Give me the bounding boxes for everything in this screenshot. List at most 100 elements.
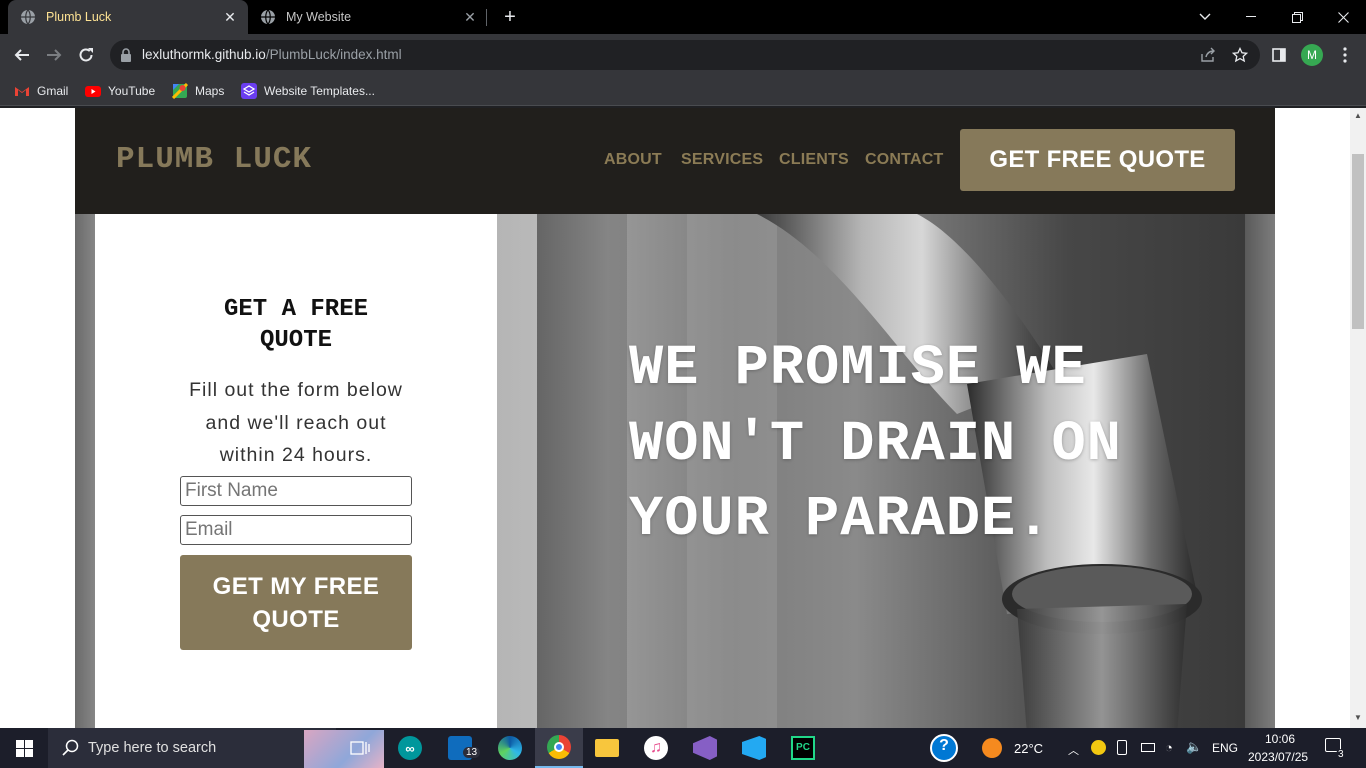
scroll-down-icon[interactable]: ▼ <box>1354 714 1362 722</box>
bookmark-maps[interactable]: Maps <box>172 82 224 100</box>
url-host: lexluthormk.github.io <box>142 47 266 62</box>
site-header: PLUMB LUCK ABOUT SERVICES CLIENTS CONTAC… <box>75 108 1275 214</box>
tray-app-icon[interactable] <box>1091 740 1106 755</box>
bookmark-gmail[interactable]: Gmail <box>14 82 68 100</box>
globe-icon <box>21 9 35 25</box>
side-panel-icon[interactable] <box>1267 43 1291 67</box>
tab-strip: Plumb Luck ✕ My Website ✕ + <box>0 0 1366 34</box>
start-button[interactable] <box>0 728 48 768</box>
globe-icon <box>261 9 275 25</box>
scroll-up-icon[interactable]: ▲ <box>1354 112 1362 120</box>
taskbar-edge[interactable] <box>486 728 534 768</box>
nav-contact[interactable]: CONTACT <box>865 151 943 169</box>
forward-button[interactable] <box>41 42 67 68</box>
clock-date[interactable]: 2023/07/25 <box>1248 750 1308 764</box>
battery-icon[interactable] <box>1141 743 1155 752</box>
clock-time[interactable]: 10:06 <box>1265 732 1295 746</box>
bookmark-star-icon[interactable] <box>1232 47 1248 63</box>
taskbar-pycharm[interactable]: PC <box>779 728 827 768</box>
youtube-icon <box>85 86 101 97</box>
submit-quote-button[interactable]: GET MY FREE QUOTE <box>180 555 412 650</box>
tab-search-icon[interactable] <box>1182 0 1228 34</box>
minimize-button[interactable] <box>1228 0 1274 34</box>
page-viewport: PLUMB LUCK ABOUT SERVICES CLIENTS CONTAC… <box>0 108 1350 728</box>
task-view-button[interactable] <box>336 728 384 768</box>
nav-services[interactable]: SERVICES <box>681 151 763 169</box>
templates-icon <box>241 83 257 99</box>
device-icon[interactable] <box>1117 740 1127 755</box>
new-tab-button[interactable]: + <box>500 7 520 27</box>
tab-plumb-luck[interactable]: Plumb Luck ✕ <box>8 0 248 34</box>
vscode-icon <box>742 736 766 760</box>
sun-icon <box>982 738 1002 758</box>
taskbar-file-explorer[interactable] <box>583 728 631 768</box>
profile-avatar[interactable]: M <box>1301 44 1323 66</box>
weather-temp: 22°C <box>1014 740 1044 756</box>
weather-widget[interactable]: 22°C <box>982 738 1043 758</box>
restore-button[interactable] <box>1274 0 1320 34</box>
search-icon <box>62 739 79 756</box>
taskbar-arduino[interactable]: ∞ <box>386 728 434 768</box>
hero-headline: WE PROMISE WE WON'T DRAIN ON YOUR PARADE… <box>629 337 1122 552</box>
taskbar-visual-studio[interactable] <box>681 728 729 768</box>
close-window-button[interactable] <box>1320 0 1366 34</box>
mail-badge: 13 <box>463 747 481 758</box>
visual-studio-icon <box>693 736 717 760</box>
bookmark-label: YouTube <box>108 84 156 98</box>
taskbar-mail[interactable]: 13 <box>436 728 484 768</box>
close-tab-icon[interactable]: ✕ <box>222 9 238 25</box>
faucet-image: WE PROMISE WE WON'T DRAIN ON YOUR PARADE… <box>537 214 1245 728</box>
url-path: /PlumbLuck/index.html <box>265 47 402 62</box>
taskbar-itunes[interactable]: ♫ <box>632 728 680 768</box>
reload-button[interactable] <box>73 42 99 68</box>
bookmark-website-templates[interactable]: Website Templates... <box>241 82 375 100</box>
task-view-icon <box>350 741 370 755</box>
folder-icon <box>595 739 619 757</box>
chrome-icon <box>547 735 571 759</box>
close-tab-icon[interactable]: ✕ <box>462 9 478 25</box>
menu-kebab-icon[interactable] <box>1333 43 1357 67</box>
bookmark-label: Gmail <box>37 84 69 98</box>
site-logo[interactable]: PLUMB LUCK <box>116 142 312 177</box>
bookmark-youtube[interactable]: YouTube <box>85 82 155 100</box>
arduino-icon: ∞ <box>398 736 422 760</box>
scrollbar-thumb[interactable] <box>1352 154 1364 329</box>
tab-divider <box>486 9 487 26</box>
gmail-icon <box>15 87 29 96</box>
form-title: GET A FREE QUOTE <box>223 296 369 354</box>
language-indicator[interactable]: ENG <box>1212 741 1238 755</box>
notification-count: 3 <box>1336 749 1346 760</box>
quote-form-card: GET A FREE QUOTE Fill out the form below… <box>95 214 497 728</box>
first-name-input[interactable] <box>180 476 412 506</box>
taskbar-chrome[interactable] <box>535 728 583 768</box>
wifi-icon[interactable]: ◔ <box>1165 740 1173 755</box>
tab-my-website[interactable]: My Website ✕ <box>250 0 488 34</box>
help-icon: ? <box>930 734 958 762</box>
share-icon[interactable] <box>1200 47 1216 63</box>
bookmarks-bar: Gmail YouTube Maps Website Templates... <box>0 76 1366 106</box>
tab-title: My Website <box>286 10 352 24</box>
lock-icon[interactable] <box>120 48 132 62</box>
page-scrollbar[interactable]: ▲ ▼ <box>1350 108 1366 728</box>
maps-icon <box>172 83 188 99</box>
hero-edge <box>1245 214 1275 728</box>
windows-icon <box>15 739 33 757</box>
nav-clients[interactable]: CLIENTS <box>779 151 849 169</box>
search-placeholder: Type here to search <box>88 740 217 756</box>
address-bar[interactable]: lexluthormk.github.io/PlumbLuck/index.ht… <box>110 40 1260 70</box>
taskbar-search[interactable]: Type here to search <box>48 728 384 768</box>
volume-icon[interactable]: 🔈 <box>1186 739 1202 755</box>
email-input[interactable] <box>180 515 412 545</box>
back-button[interactable] <box>9 42 35 68</box>
get-free-quote-button[interactable]: GET FREE QUOTE <box>960 129 1235 191</box>
edge-icon <box>498 736 522 760</box>
chevron-up-icon[interactable]: ︿ <box>1068 742 1079 758</box>
form-description: Fill out the form below and we'll reach … <box>189 379 403 466</box>
browser-toolbar: lexluthormk.github.io/PlumbLuck/index.ht… <box>0 34 1366 76</box>
url-text[interactable]: lexluthormk.github.io/PlumbLuck/index.ht… <box>142 47 402 62</box>
taskbar-vscode[interactable] <box>730 728 778 768</box>
bookmark-label: Maps <box>195 84 225 98</box>
pycharm-icon: PC <box>791 736 815 760</box>
nav-about[interactable]: ABOUT <box>604 151 662 169</box>
help-button[interactable]: ? <box>920 728 968 768</box>
